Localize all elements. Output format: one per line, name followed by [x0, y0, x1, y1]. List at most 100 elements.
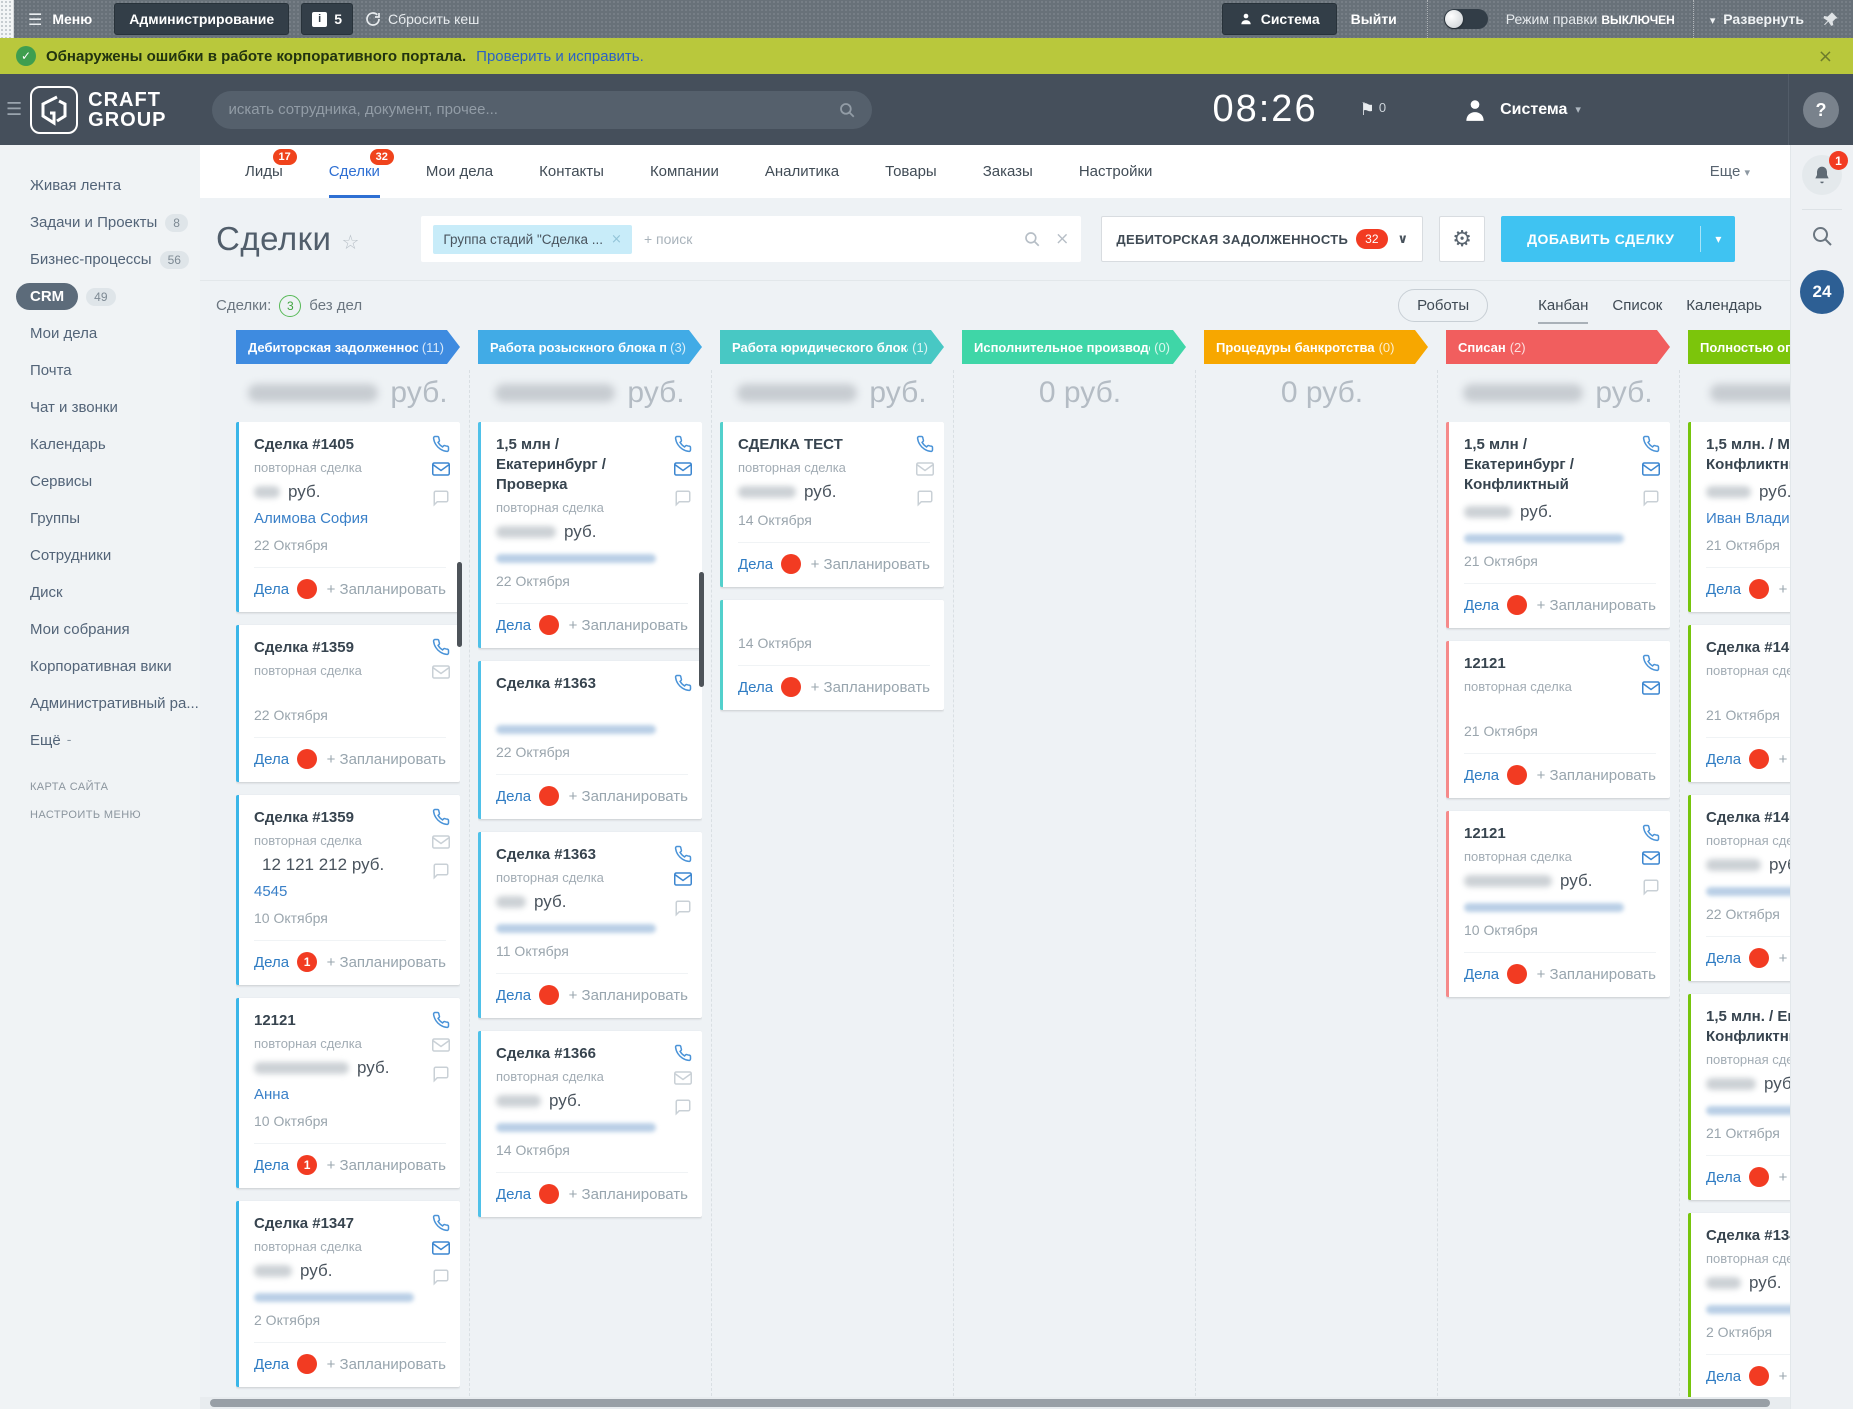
- administration-button[interactable]: Администрирование: [114, 3, 289, 35]
- topbar-hamburger-icon[interactable]: ☰: [28, 10, 42, 29]
- sidebar-item-2[interactable]: Бизнес-процессы 56 -: [0, 241, 200, 278]
- phone-icon[interactable]: [1642, 435, 1660, 453]
- mail-icon[interactable]: [674, 872, 692, 890]
- chat-icon[interactable]: [674, 1098, 692, 1116]
- kanban-column-header[interactable]: Полностью опл: [1688, 330, 1790, 364]
- deal-title[interactable]: Сделка #1359: [254, 638, 446, 658]
- deal-title[interactable]: Сделка #1408: [1706, 638, 1790, 658]
- chat-icon[interactable]: [432, 489, 450, 507]
- chat-icon[interactable]: [1642, 489, 1660, 507]
- flag-counter[interactable]: ⚑ 0: [1360, 100, 1386, 120]
- deals-link[interactable]: Дела: [1706, 948, 1769, 968]
- deal-card-0-2[interactable]: Сделка #1359 повторная сделка 12 121 212…: [236, 795, 460, 985]
- deal-title[interactable]: СДЕЛКА ТЕСТ: [738, 435, 930, 455]
- deals-link[interactable]: Дела: [1464, 765, 1527, 785]
- plan-activity-link[interactable]: + Запланировать: [327, 954, 446, 971]
- deal-title[interactable]: Сделка #1405: [254, 435, 446, 455]
- plan-activity-link[interactable]: + Запланировать: [1537, 767, 1656, 784]
- system-user-button[interactable]: Система: [1222, 3, 1337, 35]
- plan-activity-link[interactable]: + Запланировать: [1537, 966, 1656, 983]
- search-icon[interactable]: [838, 101, 856, 119]
- chat-icon[interactable]: [1642, 878, 1660, 896]
- sidebar-item-7[interactable]: Календарь -: [0, 426, 200, 463]
- plan-activity-link[interactable]: + Запланировать: [1779, 751, 1790, 768]
- plan-activity-link[interactable]: + Запланировать: [1779, 581, 1790, 598]
- alert-fix-link[interactable]: Проверить и исправить.: [476, 48, 644, 65]
- deal-card-1-0[interactable]: 1,5 млн / Екатеринбург / Проверка повтор…: [478, 422, 702, 648]
- chat-icon[interactable]: [916, 489, 934, 507]
- phone-icon[interactable]: [432, 808, 450, 826]
- horizontal-scrollbar-thumb[interactable]: [210, 1399, 1770, 1407]
- plan-activity-link[interactable]: + Запланировать: [569, 617, 688, 634]
- plan-activity-link[interactable]: + Запланировать: [569, 987, 688, 1004]
- deals-link[interactable]: Дела: [496, 985, 559, 1005]
- deals-link[interactable]: Дела: [1706, 579, 1769, 599]
- view-calendar[interactable]: Календарь: [1686, 297, 1762, 314]
- sidebar-item-3[interactable]: CRM 49 -: [0, 278, 200, 315]
- deal-card-0-4[interactable]: Сделка #1347 повторная сделка руб. 2 Окт…: [236, 1201, 460, 1387]
- kanban-column-header[interactable]: Работа юридического блока ... (1): [720, 330, 944, 364]
- plan-activity-link[interactable]: + Запланировать: [327, 581, 446, 598]
- mail-icon[interactable]: [916, 462, 934, 480]
- deals-link[interactable]: Дела: [496, 786, 559, 806]
- deals-link[interactable]: Дела: [1706, 749, 1769, 769]
- deal-card-0-1[interactable]: Сделка #1359 повторная сделка 22 Октября…: [236, 625, 460, 782]
- deals-link[interactable]: Дела: [1464, 964, 1527, 984]
- chat-icon[interactable]: [674, 899, 692, 917]
- mail-icon[interactable]: [1642, 462, 1660, 480]
- expand-button[interactable]: ▾ Развернуть: [1710, 11, 1804, 27]
- sidebar-item-10[interactable]: Сотрудники -: [0, 537, 200, 574]
- deals-link[interactable]: Дела 1: [254, 952, 317, 972]
- plan-activity-link[interactable]: + Запланировать: [1779, 950, 1790, 967]
- deals-link[interactable]: Дела: [254, 749, 317, 769]
- deal-card-6-3[interactable]: 1,5 млн. / Екат Конфликтный повторная сд…: [1688, 994, 1790, 1200]
- kanban-column-header[interactable]: Списан (2): [1446, 330, 1670, 364]
- deal-title[interactable]: Сделка #1363: [496, 845, 688, 865]
- sidebar-footer-link-1[interactable]: НАСТРОИТЬ МЕНЮ: [0, 801, 200, 829]
- plan-activity-link[interactable]: + Запланировать: [1779, 1368, 1790, 1385]
- sidebar-item-8[interactable]: Сервисы -: [0, 463, 200, 500]
- deal-card-6-1[interactable]: Сделка #1408 повторная сделка 21 Октября…: [1688, 625, 1790, 782]
- deals-link[interactable]: Дела: [1706, 1167, 1769, 1187]
- help-button[interactable]: ?: [1803, 92, 1839, 128]
- deal-title[interactable]: 1,5 млн. / Екат Конфликтный: [1706, 1007, 1790, 1047]
- tab-0[interactable]: Лиды 17: [245, 145, 283, 198]
- deal-card-6-2[interactable]: Сделка #1408 повторная сделка руб. 22 Ок…: [1688, 795, 1790, 981]
- tab-4[interactable]: Компании: [650, 145, 719, 198]
- deals-link[interactable]: Дела: [738, 554, 801, 574]
- kanban-column-header[interactable]: Работа розыскного блока по ... (3): [478, 330, 702, 364]
- deal-title[interactable]: Сделка #1347: [254, 1214, 446, 1234]
- deals-link[interactable]: Дела 1: [254, 1155, 317, 1175]
- deal-card-6-4[interactable]: Сделка #1348 повторная сделка руб. 2 Окт…: [1688, 1213, 1790, 1399]
- phone-icon[interactable]: [674, 1044, 692, 1062]
- admin-notifications-button[interactable]: i 5: [301, 3, 353, 35]
- deal-card-5-2[interactable]: 12121 повторная сделка руб. 10 Октября Д…: [1446, 811, 1670, 997]
- view-kanban[interactable]: Канбан: [1538, 297, 1588, 314]
- logout-button[interactable]: Выйти: [1351, 11, 1397, 27]
- deal-title[interactable]: 1,5 млн / Екатеринбург / Конфликтный: [1464, 435, 1656, 495]
- add-deal-button[interactable]: ДОБАВИТЬ СДЕЛКУ ▾: [1501, 216, 1735, 262]
- pin-icon[interactable]: [1822, 11, 1839, 28]
- plan-activity-link[interactable]: + Запланировать: [327, 751, 446, 768]
- filter-search-box[interactable]: Группа стадий "Сделка ... × + поиск ×: [421, 216, 1081, 262]
- deal-card-1-2[interactable]: Сделка #1363 повторная сделка руб. 11 Ок…: [478, 832, 702, 1018]
- deal-title[interactable]: Сделка #1366: [496, 1044, 688, 1064]
- mail-icon[interactable]: [432, 835, 450, 853]
- deal-contact-link[interactable]: 4545: [254, 883, 446, 900]
- kanban-column-header[interactable]: Исполнительное производст... (0): [962, 330, 1186, 364]
- plan-activity-link[interactable]: + Запланировать: [811, 679, 930, 696]
- deal-title[interactable]: 12121: [1464, 654, 1656, 674]
- chat-icon[interactable]: [432, 1065, 450, 1083]
- phone-icon[interactable]: [674, 674, 692, 692]
- sidebar-item-6[interactable]: Чат и звонки -: [0, 389, 200, 426]
- no-deals-count[interactable]: 3: [279, 295, 301, 317]
- rail-counter-badge[interactable]: 24: [1800, 270, 1844, 314]
- deal-title[interactable]: 12121: [254, 1011, 446, 1031]
- mail-icon[interactable]: [432, 1241, 450, 1259]
- phone-icon[interactable]: [1642, 824, 1660, 842]
- sidebar-item-13[interactable]: Корпоративная вики -: [0, 648, 200, 685]
- current-user-menu[interactable]: Система ▾: [1462, 97, 1581, 123]
- view-robots[interactable]: Роботы: [1398, 289, 1488, 322]
- sidebar-item-11[interactable]: Диск -: [0, 574, 200, 611]
- deals-link[interactable]: Дела: [254, 579, 317, 599]
